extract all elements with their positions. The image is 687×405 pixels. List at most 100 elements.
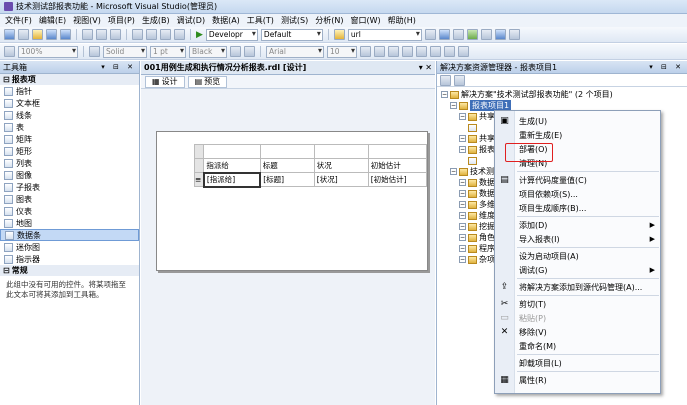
- tree-collapse-icon[interactable]: −: [459, 179, 466, 186]
- report-body[interactable]: 指派给 标题 状况 初始估计 ≡ [指派给] [标题] [状况] [初始估计]: [156, 131, 428, 271]
- align-center-icon[interactable]: [430, 46, 441, 57]
- menu-item[interactable]: 调试(D): [175, 15, 210, 26]
- navigate-back-icon[interactable]: [160, 29, 171, 40]
- toolbox-section-general[interactable]: ⊟ 常规: [0, 265, 139, 276]
- font-color-icon[interactable]: [402, 46, 413, 57]
- toolbox-icon[interactable]: [466, 29, 478, 40]
- table-cell[interactable]: 指派给: [203, 158, 261, 173]
- object-browser-icon[interactable]: [480, 29, 492, 40]
- context-menu-item[interactable]: 导入报表(I) ▶: [495, 232, 660, 246]
- menu-item[interactable]: 帮助(H): [386, 15, 421, 26]
- tree-collapse-icon[interactable]: −: [459, 234, 466, 241]
- context-menu-item[interactable]: ⇪ 将解决方案添加到源代码管理(A)...: [495, 280, 660, 294]
- toolbox-section-report-items[interactable]: ⊟ 报表项: [0, 74, 139, 85]
- properties-window-icon[interactable]: [452, 29, 464, 40]
- tree-collapse-icon[interactable]: −: [459, 256, 466, 263]
- table-cell[interactable]: 标题: [259, 158, 315, 173]
- find-icon[interactable]: [424, 29, 436, 40]
- menu-item[interactable]: 测试(S): [279, 15, 313, 26]
- underline-icon[interactable]: [388, 46, 399, 57]
- context-menu-item[interactable]: ✂ 剪切(T): [495, 297, 660, 311]
- table-cell[interactable]: 状况: [313, 158, 369, 173]
- context-menu-item[interactable]: ▤ 计算代码度量值(C): [495, 173, 660, 187]
- tab-preview[interactable]: ▤ 预览: [187, 75, 228, 88]
- table-cell[interactable]: [313, 144, 369, 159]
- toolbox-item[interactable]: 指针: [0, 85, 139, 97]
- toolbox-item[interactable]: 线条: [0, 109, 139, 121]
- toolbox-item[interactable]: 迷你图: [0, 241, 139, 253]
- find-combo[interactable]: url: [347, 28, 422, 41]
- toolbox-item[interactable]: 数据条: [0, 229, 139, 241]
- menu-item[interactable]: 视图(V): [71, 15, 106, 26]
- tab-design[interactable]: ▦ 设计: [145, 75, 185, 88]
- paste-icon[interactable]: [110, 29, 121, 40]
- menu-item[interactable]: 文件(F): [3, 15, 37, 26]
- line-style-select[interactable]: Solid: [103, 45, 147, 58]
- menu-item[interactable]: 工具(T): [245, 15, 279, 26]
- document-tab[interactable]: 001用例生成和执行情况分析报表.rdl [设计]: [144, 62, 306, 73]
- tree-collapse-icon[interactable]: −: [459, 245, 466, 252]
- toolbox-item[interactable]: 表: [0, 121, 139, 133]
- bold-icon[interactable]: [360, 46, 371, 57]
- font-family-select[interactable]: Arial: [266, 45, 324, 58]
- context-menu-item[interactable]: 项目生成顺序(B)...: [495, 201, 660, 215]
- tree-collapse-icon[interactable]: −: [450, 102, 457, 109]
- solution-platform-select[interactable]: Default: [260, 28, 323, 41]
- toolbox-item[interactable]: 矩形: [0, 145, 139, 157]
- add-item-icon[interactable]: [18, 29, 29, 40]
- table-cell[interactable]: [指派给]: [202, 171, 262, 188]
- justify-icon[interactable]: [458, 46, 469, 57]
- tree-collapse-icon[interactable]: −: [441, 91, 448, 98]
- table-cell[interactable]: [259, 144, 315, 159]
- new-project-icon[interactable]: [4, 29, 15, 40]
- row-handle[interactable]: [193, 158, 205, 173]
- zoom-select[interactable]: 100%: [18, 45, 78, 58]
- align-left-icon[interactable]: [416, 46, 427, 57]
- toolbox-item[interactable]: 子报表: [0, 181, 139, 193]
- tab-controls-icon[interactable]: ▾ ✕: [419, 63, 432, 72]
- report-table[interactable]: 指派给 标题 状况 初始估计 ≡ [指派给] [标题] [状况] [初始估计]: [193, 144, 428, 188]
- table-cell[interactable]: [初始估计]: [367, 172, 428, 187]
- properties-icon[interactable]: [440, 74, 451, 86]
- line-color-select[interactable]: Black: [189, 45, 227, 58]
- solution-configuration-select[interactable]: Developr: [205, 28, 258, 41]
- context-menu-item[interactable]: 重新生成(E): [495, 128, 660, 142]
- toolbox-item[interactable]: 指示器: [0, 253, 139, 265]
- tree-item[interactable]: − 解决方案"技术测试部报表功能" (2 个项目): [437, 89, 687, 100]
- row-handle[interactable]: ≡: [193, 172, 205, 187]
- line-width-select[interactable]: 1 pt: [150, 45, 186, 58]
- row-handle[interactable]: [193, 144, 205, 159]
- context-menu-item[interactable]: 重命名(M): [495, 339, 660, 353]
- context-menu-item[interactable]: 设为启动项目(A): [495, 249, 660, 263]
- align-right-icon[interactable]: [444, 46, 455, 57]
- toolbox-item[interactable]: 列表: [0, 157, 139, 169]
- context-menu-item[interactable]: ✕ 移除(V): [495, 325, 660, 339]
- copy-icon[interactable]: [96, 29, 107, 40]
- open-icon[interactable]: [32, 29, 43, 40]
- toolbox-item[interactable]: 矩阵: [0, 133, 139, 145]
- tree-collapse-icon[interactable]: −: [459, 201, 466, 208]
- menu-item[interactable]: 数据(A): [210, 15, 245, 26]
- tree-collapse-icon[interactable]: −: [459, 146, 466, 153]
- show-all-files-icon[interactable]: [454, 74, 465, 86]
- menu-item[interactable]: 分析(N): [313, 15, 348, 26]
- context-menu-item[interactable]: ▣ 生成(U): [495, 114, 660, 128]
- cut-icon[interactable]: [82, 29, 93, 40]
- tree-collapse-icon[interactable]: −: [459, 190, 466, 197]
- toolbox-item[interactable]: 图表: [0, 193, 139, 205]
- tree-collapse-icon[interactable]: −: [459, 113, 466, 120]
- table-cell[interactable]: 初始估计: [367, 158, 428, 173]
- border-icon[interactable]: [89, 46, 100, 57]
- tree-collapse-icon[interactable]: −: [459, 212, 466, 219]
- italic-icon[interactable]: [374, 46, 385, 57]
- tree-collapse-icon[interactable]: −: [459, 223, 466, 230]
- toolbox-item[interactable]: 仪表: [0, 205, 139, 217]
- undo-icon[interactable]: [132, 29, 143, 40]
- background-color-icon[interactable]: [244, 46, 255, 57]
- table-cell[interactable]: [367, 144, 428, 159]
- options-icon[interactable]: [508, 29, 520, 40]
- tree-collapse-icon[interactable]: −: [459, 135, 466, 142]
- start-debugging-icon[interactable]: ▶: [196, 30, 203, 40]
- context-menu-item[interactable]: 调试(G) ▶: [495, 263, 660, 277]
- borders-icon[interactable]: [230, 46, 241, 57]
